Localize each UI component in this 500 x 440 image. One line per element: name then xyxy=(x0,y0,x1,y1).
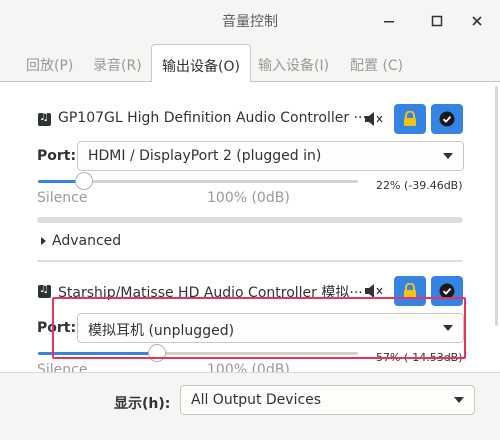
lock-icon xyxy=(404,111,416,126)
speaker-muted-icon[interactable] xyxy=(364,283,386,301)
checkmark-icon xyxy=(439,283,455,299)
sound-card-icon xyxy=(38,110,51,126)
show-label: 显示(h): xyxy=(114,396,171,412)
tab-recording[interactable]: 录音(R) xyxy=(93,55,142,75)
volume-slider[interactable] xyxy=(38,352,358,355)
device-divider xyxy=(37,260,463,262)
scale-100-label: 100% (0dB) xyxy=(207,362,290,372)
port-select[interactable]: 模拟耳机 (unplugged) xyxy=(77,313,464,343)
volume-slider-handle[interactable] xyxy=(148,344,166,362)
device-list[interactable]: GP107GL High Definition Audio Controller… xyxy=(0,82,500,372)
expander-arrow-icon[interactable] xyxy=(41,237,46,245)
close-icon[interactable] xyxy=(466,10,488,32)
port-select-value: 模拟耳机 (unplugged) xyxy=(88,323,235,339)
footer: 显示(h): All Output Devices xyxy=(0,372,500,440)
volume-fill xyxy=(38,352,157,355)
port-label: Port: xyxy=(37,148,77,164)
lock-channels-button[interactable] xyxy=(394,276,426,306)
tab-playback[interactable]: 回放(P) xyxy=(26,55,73,75)
scale-silence-label: Silence xyxy=(37,190,88,206)
tab-bar: 回放(P) 录音(R) 输出设备(O) 输入设备(I) 配置 (C) xyxy=(0,44,500,83)
device-name: GP107GL High Definition Audio Controller… xyxy=(58,110,367,126)
window-title: 音量控制 xyxy=(222,14,278,30)
show-devices-select[interactable]: All Output Devices xyxy=(180,385,475,415)
device-name: Starship/Matisse HD Audio Controller 模拟·… xyxy=(58,285,363,301)
port-label: Port: xyxy=(37,320,77,336)
tab-configuration[interactable]: 配置 (C) xyxy=(350,55,403,75)
speaker-muted-icon[interactable] xyxy=(364,111,386,129)
scrollbar[interactable] xyxy=(495,86,498,326)
show-devices-value: All Output Devices xyxy=(191,392,322,408)
maximize-icon[interactable] xyxy=(426,10,448,32)
volume-slider-handle[interactable] xyxy=(75,172,93,190)
chevron-down-icon xyxy=(443,325,453,331)
checkmark-icon xyxy=(439,111,455,127)
advanced-expander[interactable]: Advanced xyxy=(52,233,121,249)
lock-icon xyxy=(404,283,416,298)
chevron-down-icon xyxy=(443,153,453,159)
port-select-value: HDMI / DisplayPort 2 (plugged in) xyxy=(88,148,322,164)
tab-output-devices[interactable]: 输出设备(O) xyxy=(151,44,251,83)
volume-value: 22% (-39.46dB) xyxy=(376,179,463,192)
set-default-button[interactable] xyxy=(431,104,463,134)
scale-silence-label: Silence xyxy=(37,362,88,372)
sound-card-icon xyxy=(38,282,51,298)
chevron-down-icon xyxy=(454,397,464,403)
port-select[interactable]: HDMI / DisplayPort 2 (plugged in) xyxy=(77,141,464,171)
lock-channels-button[interactable] xyxy=(394,104,426,134)
separator xyxy=(37,217,463,223)
volume-value: 57% (-14.53dB) xyxy=(376,351,463,364)
set-default-button[interactable] xyxy=(431,276,463,306)
title-bar: 音量控制 xyxy=(0,0,500,44)
tab-input-devices[interactable]: 输入设备(I) xyxy=(258,55,329,75)
scale-100-label: 100% (0dB) xyxy=(207,190,290,206)
minimize-icon[interactable] xyxy=(378,10,400,32)
